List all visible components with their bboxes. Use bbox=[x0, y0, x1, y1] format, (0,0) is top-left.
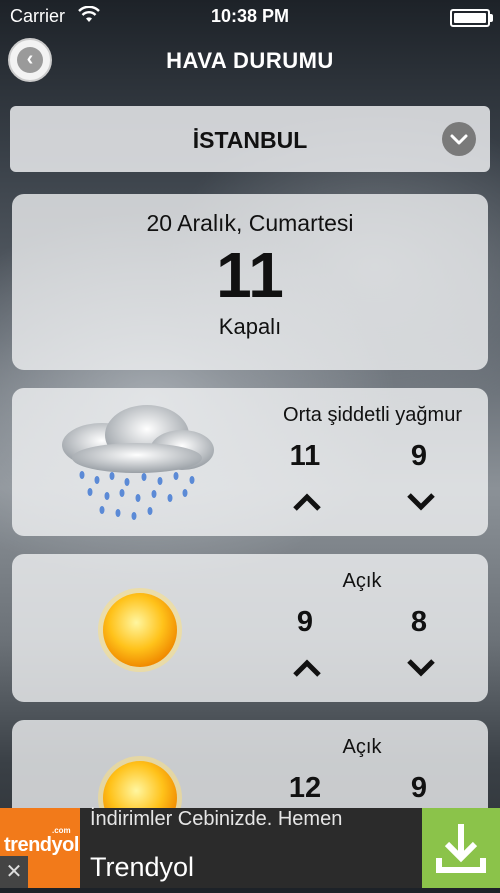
page-title: HAVA DURUMU bbox=[166, 48, 334, 73]
forecast-low: 9 bbox=[410, 440, 428, 472]
arrow-down-icon bbox=[406, 658, 436, 683]
forecast-high: 12 bbox=[288, 772, 322, 804]
chevron-down-icon[interactable] bbox=[442, 122, 476, 156]
ad-headline: İndirimler Cebinizde. Hemen bbox=[90, 808, 343, 830]
arrow-up-icon bbox=[292, 658, 322, 683]
close-icon[interactable]: ✕ bbox=[0, 856, 28, 888]
download-button[interactable] bbox=[422, 808, 500, 888]
ad-advertiser-name: Trendyol bbox=[90, 852, 195, 882]
today-condition: Kapalı bbox=[218, 314, 282, 339]
forecast-card: Orta şiddetli yağmur 11 9 bbox=[12, 388, 488, 536]
forecast-high: 11 bbox=[289, 440, 321, 472]
forecast-card: Açık 9 8 bbox=[12, 554, 488, 702]
arrow-up-icon bbox=[292, 492, 322, 517]
forecast-condition: Açık bbox=[342, 570, 382, 592]
forecast-condition: Orta şiddetli yağmur bbox=[283, 404, 462, 426]
battery-icon bbox=[450, 9, 493, 27]
status-bar: Carrier 10:38 PM bbox=[0, 0, 500, 34]
today-temperature: 11 bbox=[216, 239, 284, 311]
forecast-low: 9 bbox=[410, 772, 428, 804]
city-selector[interactable]: İSTANBUL bbox=[10, 106, 490, 172]
forecast-condition: Açık bbox=[342, 736, 382, 758]
city-name: İSTANBUL bbox=[192, 127, 308, 153]
clock: 10:38 PM bbox=[210, 6, 290, 26]
forecast-low: 8 bbox=[410, 606, 428, 638]
arrow-down-icon bbox=[406, 492, 436, 517]
today-weather-card: 20 Aralık, Cumartesi 11 Kapalı bbox=[12, 194, 488, 370]
today-date: 20 Aralık, Cumartesi bbox=[146, 210, 354, 236]
sun-icon bbox=[94, 584, 186, 681]
forecast-high: 9 bbox=[296, 606, 314, 638]
rain-cloud-icon bbox=[52, 400, 222, 530]
logo-text: trendyol bbox=[4, 834, 79, 856]
download-icon bbox=[436, 824, 486, 873]
